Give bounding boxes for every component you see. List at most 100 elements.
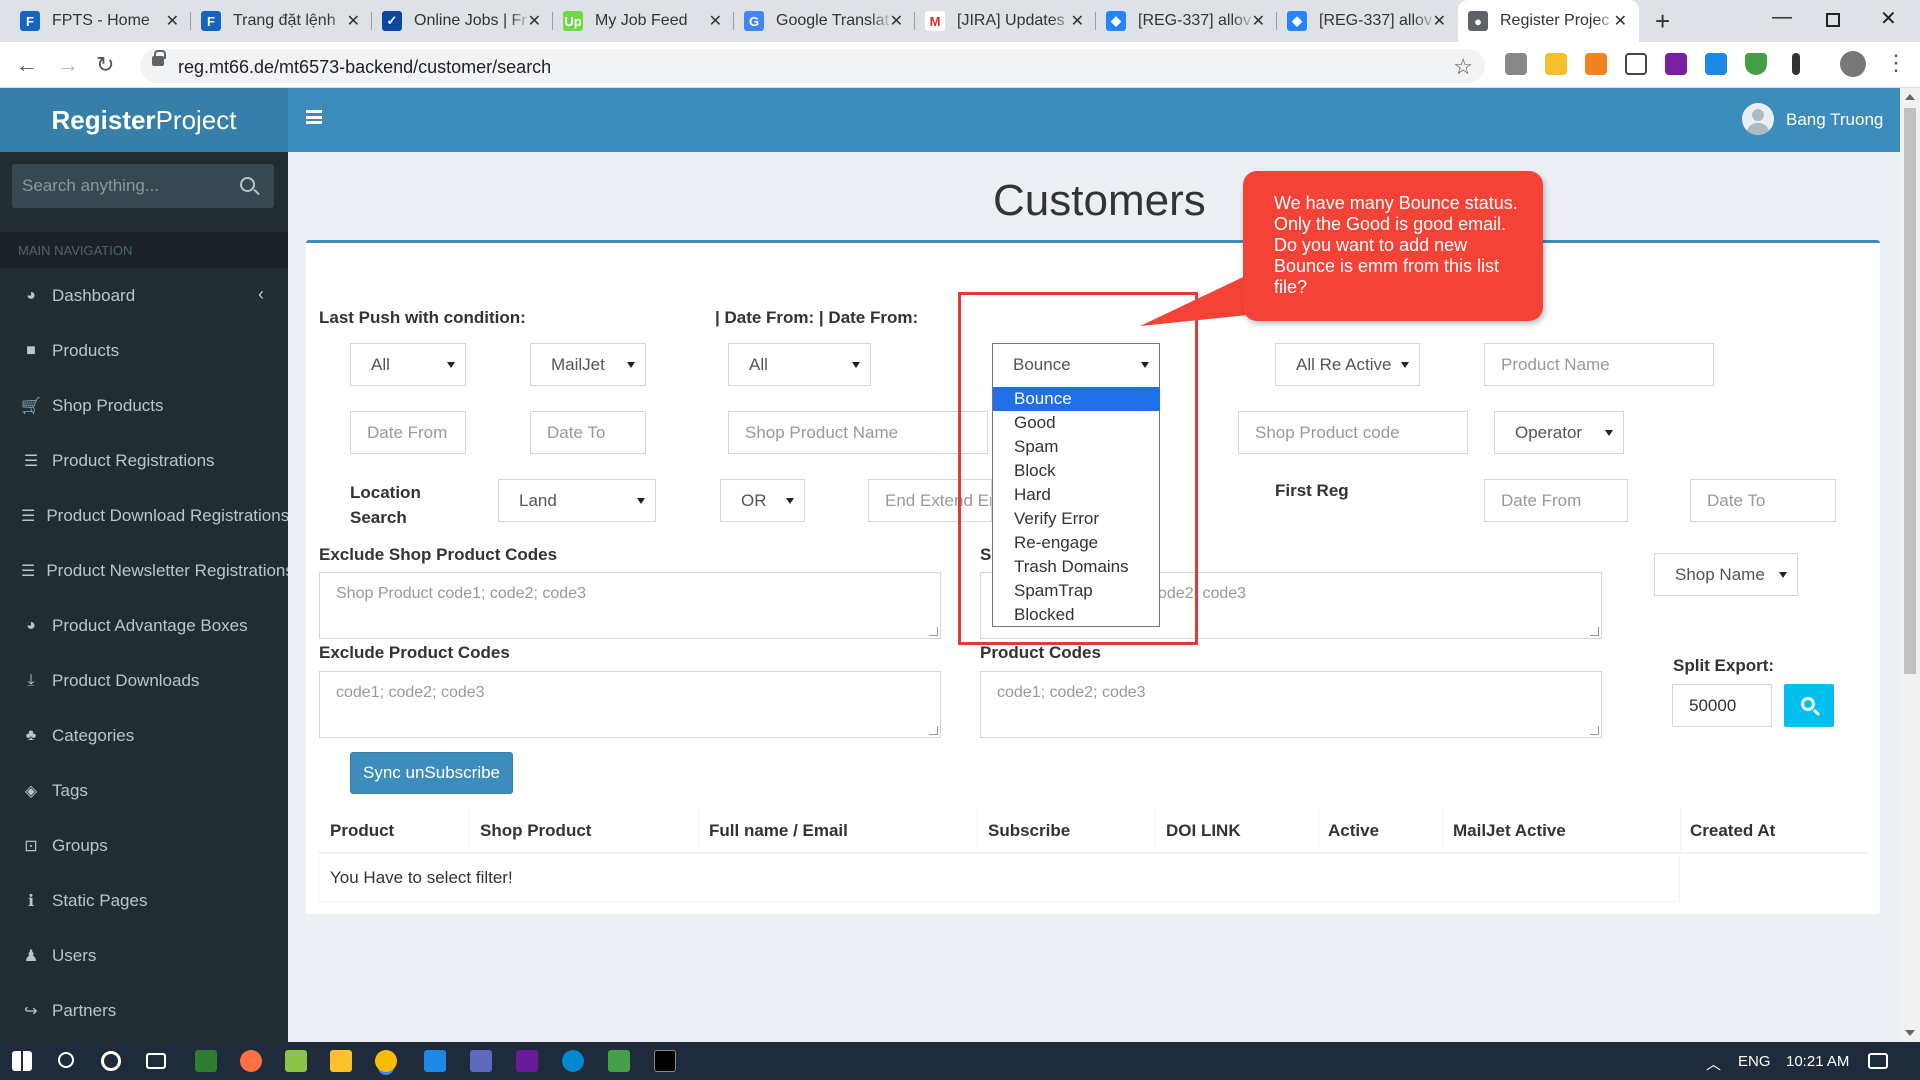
exclude-product-codes-textarea[interactable]: code1; code2; code3 [319, 671, 941, 738]
forward-icon[interactable]: → [57, 52, 79, 78]
sidebar-item-categories[interactable]: ♣ Categories [0, 708, 288, 763]
table-header-cell[interactable]: Product [330, 821, 394, 841]
table-header-cell[interactable]: DOI LINK [1166, 821, 1241, 841]
sidebar-item-product-advantage-boxes[interactable]: ◕ Product Advantage Boxes [0, 598, 288, 653]
exclude-shop-codes-textarea[interactable]: Shop Product code1; code2; code3 [319, 572, 941, 639]
close-tab-icon[interactable]: ✕ [1433, 11, 1446, 31]
rss-extension-icon[interactable] [1585, 53, 1607, 75]
sidebar-item-users[interactable]: ♟ Users [0, 928, 288, 983]
table-header-cell[interactable]: Active [1328, 821, 1379, 841]
date-to-input[interactable]: Date To [530, 411, 646, 454]
close-tab-icon[interactable]: ✕ [347, 11, 360, 31]
minimize-icon[interactable]: — [1772, 6, 1792, 29]
table-header-cell[interactable]: Shop Product [480, 821, 591, 841]
sidebar-item-products[interactable]: ■ Products [0, 323, 288, 378]
bookmark-star-icon[interactable]: ☆ [1453, 54, 1473, 80]
s-extension-icon[interactable] [1705, 53, 1727, 75]
close-window-icon[interactable]: ✕ [1880, 6, 1897, 31]
screenshot-extension-icon[interactable] [1625, 53, 1647, 75]
shop-name-select[interactable]: Shop Name [1654, 553, 1798, 596]
mailjet-select[interactable]: MailJet [530, 343, 646, 386]
chevron-left-icon[interactable]: ‹ [258, 284, 264, 305]
notifications-icon[interactable] [1868, 1053, 1888, 1069]
firefox-icon[interactable] [240, 1050, 262, 1072]
close-tab-icon[interactable]: ✕ [890, 11, 903, 31]
sidebar-item-product-newsletter-registrations[interactable]: ☰ Product Newsletter Registrations [0, 543, 294, 598]
resize-grip-icon[interactable] [1590, 726, 1599, 735]
last-push-select[interactable]: All [350, 343, 466, 386]
remote-desktop-icon[interactable] [470, 1050, 492, 1072]
shield-app-icon[interactable] [608, 1050, 630, 1072]
browser-tab[interactable]: ✓ Online Jobs | Fr ✕ [372, 0, 553, 42]
first-reg-date-to-input[interactable]: Date To [1690, 479, 1836, 522]
all-select[interactable]: All [728, 343, 871, 386]
close-tab-icon[interactable]: ✕ [1252, 11, 1265, 31]
sidebar-item-static-pages[interactable]: ℹ Static Pages [0, 873, 288, 928]
scroll-up-icon[interactable] [1905, 94, 1915, 100]
sidebar-item-dashboard[interactable]: ◕ Dashboard ‹ [0, 268, 288, 323]
product-codes-textarea[interactable]: code1; code2; code3 [980, 671, 1602, 738]
split-export-input[interactable]: 50000 [1672, 684, 1772, 727]
tray-chevron-icon[interactable]: ︿ [1706, 1053, 1721, 1074]
scroll-down-icon[interactable] [1905, 1030, 1915, 1036]
browser-tab[interactable]: ◆ [REG-337] allov ✕ [1277, 0, 1458, 42]
product-name-input[interactable]: Product Name [1484, 343, 1714, 386]
search-icon[interactable] [240, 177, 255, 192]
browser-tab[interactable]: F FPTS - Home ✕ [10, 0, 191, 42]
or-select[interactable]: OR [720, 479, 805, 522]
user-name[interactable]: Bang Truong [1786, 110, 1883, 130]
terminal-icon[interactable] [654, 1050, 676, 1072]
key-extension-icon[interactable] [1792, 53, 1800, 75]
close-tab-icon[interactable]: ✕ [709, 11, 722, 31]
address-bar[interactable]: reg.mt66.de/mt6573-backend/customer/sear… [140, 49, 1485, 83]
shop-product-name-input[interactable]: Shop Product Name [728, 411, 988, 454]
browser-tab[interactable]: M [JIRA] Updates ✕ [915, 0, 1096, 42]
app-logo[interactable]: Register Project [0, 88, 288, 152]
cortana-icon[interactable] [101, 1051, 121, 1071]
back-icon[interactable]: ← [16, 52, 38, 78]
highlighter-extension-icon[interactable] [1545, 53, 1567, 75]
eyedropper-extension-icon[interactable] [1505, 53, 1527, 75]
table-header-cell[interactable]: MailJet Active [1453, 821, 1566, 841]
app-icon[interactable] [195, 1050, 217, 1072]
maximize-icon[interactable] [1826, 13, 1840, 27]
close-tab-icon[interactable]: ✕ [1614, 11, 1627, 31]
notepad-icon[interactable] [285, 1050, 307, 1072]
resize-grip-icon[interactable] [929, 726, 938, 735]
close-tab-icon[interactable]: ✕ [166, 11, 179, 31]
page-scrollbar[interactable] [1900, 88, 1920, 1042]
sidebar-item-product-downloads[interactable]: ⤓ Product Downloads [0, 653, 288, 708]
clock[interactable]: 10:21 AM [1786, 1053, 1849, 1070]
windows-start-icon[interactable] [12, 1051, 32, 1071]
browser-tab[interactable]: ● Register Projec ✕ [1458, 0, 1639, 42]
skype-icon[interactable] [562, 1050, 584, 1072]
menu-dots-icon[interactable]: ⋮ [1885, 50, 1907, 76]
new-tab-button[interactable]: + [1655, 6, 1670, 37]
close-tab-icon[interactable]: ✕ [1071, 11, 1084, 31]
browser-tab[interactable]: F Trang đặt lệnh ✕ [191, 0, 372, 42]
operator-select[interactable]: Operator [1494, 411, 1624, 454]
language-indicator[interactable]: ENG [1738, 1053, 1771, 1070]
land-select[interactable]: Land [498, 479, 656, 522]
sidebar-search-input[interactable] [12, 164, 232, 208]
task-view-icon[interactable] [146, 1053, 166, 1069]
profile-avatar-icon[interactable] [1840, 51, 1866, 77]
file-explorer-icon[interactable] [330, 1050, 352, 1072]
user-avatar[interactable] [1742, 103, 1774, 135]
s-app-icon[interactable] [424, 1050, 446, 1072]
resize-grip-icon[interactable] [1590, 627, 1599, 636]
resize-grip-icon[interactable] [929, 627, 938, 636]
sidebar-item-product-download-registrations[interactable]: ☰ Product Download Registrations [0, 488, 289, 543]
close-tab-icon[interactable]: ✕ [528, 11, 541, 31]
reload-icon[interactable]: ↻ [96, 52, 114, 78]
purple-extension-icon[interactable] [1665, 53, 1687, 75]
search-button[interactable] [1784, 684, 1834, 727]
browser-tab[interactable]: ◆ [REG-337] allov ✕ [1096, 0, 1277, 42]
sync-unsubscribe-button[interactable]: Sync unSubscribe [350, 752, 513, 794]
table-header-cell[interactable]: Created At [1690, 821, 1775, 841]
browser-tab[interactable]: Up My Job Feed ✕ [553, 0, 734, 42]
scroll-thumb[interactable] [1904, 108, 1916, 674]
sidebar-item-tags[interactable]: ◈ Tags [0, 763, 288, 818]
sidebar-item-partners[interactable]: ↪ Partners [0, 983, 288, 1038]
table-header-cell[interactable]: Full name / Email [709, 821, 848, 841]
